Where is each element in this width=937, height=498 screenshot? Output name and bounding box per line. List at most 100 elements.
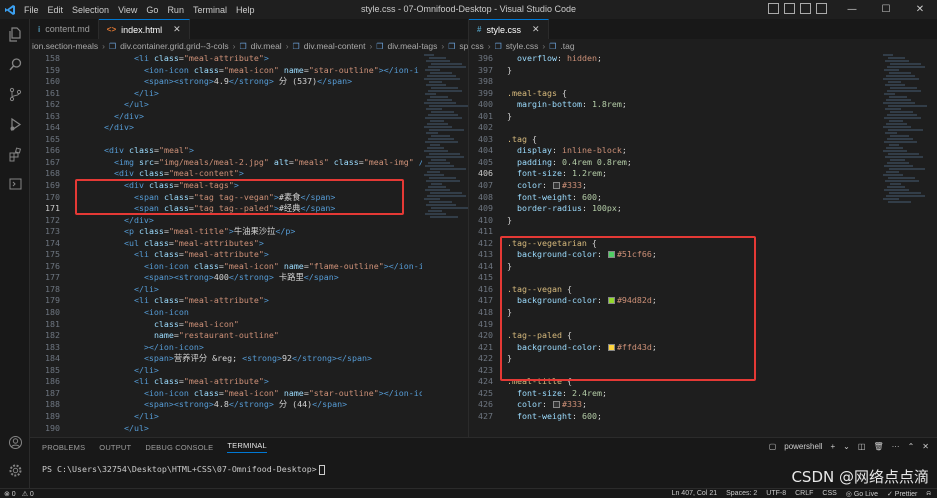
panel-tab-problems[interactable]: PROBLEMS [42, 443, 85, 452]
tab-style-css[interactable]: # style.css ✕ [469, 19, 549, 39]
minimap-line [425, 69, 440, 71]
tab-content-md[interactable]: i content.md [30, 19, 99, 39]
status-item[interactable]: ◎ Go Live [846, 490, 878, 498]
breadcrumb-item[interactable]: .tag [560, 41, 574, 51]
minimap-line [424, 78, 460, 80]
status-item[interactable]: UTF-8 [766, 490, 786, 498]
run-debug-icon[interactable] [0, 109, 30, 139]
close-tab-icon[interactable]: ✕ [532, 24, 540, 35]
menu-item-selection[interactable]: Selection [72, 5, 109, 15]
left-code-editor[interactable]: 158 <li class="meal-attribute"> 159 <ion-… [30, 53, 422, 437]
minimap-line [427, 99, 452, 101]
panel-tab-debug-console[interactable]: DEBUG CONSOLE [145, 443, 213, 452]
maximize-panel-icon[interactable]: ⌃ [908, 442, 915, 451]
panel-tab-output[interactable]: OUTPUT [99, 443, 131, 452]
trash-icon[interactable]: 🗑︎ [873, 442, 883, 451]
menu-item-terminal[interactable]: Terminal [193, 5, 227, 15]
minimap-line [885, 60, 909, 62]
explorer-icon[interactable] [0, 19, 30, 49]
minimize-button[interactable]: — [835, 0, 869, 19]
line-number: 423 [478, 364, 493, 375]
toggle-secondary-sidebar-icon[interactable] [800, 3, 811, 14]
remote-explorer-icon[interactable] [0, 169, 30, 199]
breadcrumb-item[interactable]: div.meal-tags [387, 41, 437, 51]
line-number: 419 [478, 318, 493, 329]
toggle-panel-icon[interactable] [784, 3, 795, 14]
line-number: 427 [478, 410, 493, 421]
minimap-line [424, 150, 448, 152]
chevron-down-icon[interactable]: ⌄ [843, 442, 850, 451]
status-item[interactable]: ⚠ 0 [22, 490, 34, 498]
new-terminal-icon[interactable]: + [831, 442, 836, 451]
panel-tab-terminal[interactable]: TERMINAL [227, 441, 267, 453]
menu-item-edit[interactable]: Edit [48, 5, 64, 15]
terminal-prompt-line[interactable]: PS C:\Users\32754\Desktop\HTML+CSS\07-Om… [42, 464, 325, 475]
left-minimap[interactable] [424, 53, 468, 437]
line-content: <li class="meal-attribute"> [133, 376, 269, 387]
code-line: 165 [30, 134, 422, 146]
breadcrumb-item[interactable]: div.meal [251, 41, 282, 51]
menu-item-go[interactable]: Go [146, 5, 158, 15]
tab-index-html[interactable]: <> index.html ✕ [98, 19, 190, 39]
minimap-line [428, 186, 446, 188]
code-line: 169 <div class="meal-tags"> [30, 180, 422, 192]
status-item[interactable]: ⊗ 0 [4, 490, 16, 498]
more-actions-icon[interactable]: ··· [892, 442, 900, 451]
line-content: </div> [103, 122, 134, 133]
color-swatch[interactable] [607, 251, 615, 259]
search-icon[interactable] [0, 49, 30, 79]
breadcrumb-item[interactable]: span.tag.ta [459, 41, 468, 51]
minimap-line [890, 87, 917, 89]
extensions-icon[interactable] [0, 139, 30, 169]
toggle-sidebar-icon[interactable] [768, 3, 779, 14]
breadcrumb-item[interactable]: div.meal-content [304, 41, 366, 51]
settings-gear-icon[interactable] [0, 455, 30, 485]
menu-item-file[interactable]: File [24, 5, 39, 15]
close-tab-icon[interactable]: ✕ [173, 24, 181, 35]
status-item[interactable]: CSS [822, 490, 836, 498]
line-content: } [507, 64, 512, 75]
minimap-line [883, 78, 919, 80]
color-swatch[interactable] [607, 297, 615, 305]
color-swatch[interactable] [607, 343, 615, 351]
menu-item-view[interactable]: View [118, 5, 137, 15]
code-line: 406 font-size: 1.2rem; [469, 168, 879, 180]
status-item[interactable]: CRLF [795, 490, 813, 498]
status-item[interactable]: Spaces: 2 [726, 490, 757, 498]
minimap-line [426, 180, 460, 182]
customize-layout-icon[interactable] [816, 3, 827, 14]
code-line: 404 display: inline-block; [469, 145, 879, 157]
line-content: border-radius: 100px; [517, 203, 622, 214]
breadcrumb-item[interactable]: ion.section-meals [32, 41, 98, 51]
line-content: <div class="meal"> [103, 145, 194, 156]
minimap-line [889, 192, 921, 194]
line-number: 182 [45, 330, 60, 341]
split-terminal-icon[interactable]: ◫ [858, 442, 866, 451]
code-line: 414} [469, 261, 879, 273]
breadcrumb-item[interactable]: div.container.grid.grid--3-cols [120, 41, 229, 51]
minimap-line [429, 81, 442, 83]
status-item[interactable]: ✓ Prettier [887, 490, 917, 498]
close-button[interactable]: ✕ [903, 0, 937, 19]
status-item[interactable]: Ln 407, Col 21 [672, 490, 718, 498]
color-swatch[interactable] [552, 401, 560, 409]
menu-item-help[interactable]: Help [236, 5, 255, 15]
color-swatch[interactable] [552, 182, 560, 190]
breadcrumb-item[interactable]: style.css [506, 41, 539, 51]
code-line: 418} [469, 307, 879, 319]
right-minimap[interactable] [883, 53, 929, 437]
close-panel-icon[interactable]: ✕ [922, 442, 929, 451]
source-control-icon[interactable] [0, 79, 30, 109]
breadcrumb-item[interactable]: css [471, 41, 484, 51]
breadcrumb-separator-icon: › [441, 41, 445, 51]
notifications-bell-icon[interactable]: ⍾ [926, 490, 931, 498]
menu-item-run[interactable]: Run [167, 5, 184, 15]
account-icon[interactable] [0, 427, 30, 457]
shell-label[interactable]: powershell [784, 442, 822, 451]
line-number: 175 [45, 249, 60, 260]
right-code-editor[interactable]: 396 overflow: hidden; 397} 398 399 .meal-tag… [469, 53, 879, 437]
maximize-button[interactable]: ☐ [869, 0, 903, 19]
status-right: Ln 407, Col 21 Spaces: 2 UTF-8 CRLF CSS ◎ Go … [672, 490, 931, 498]
line-number: 181 [45, 318, 60, 329]
minimap-line [427, 123, 448, 125]
